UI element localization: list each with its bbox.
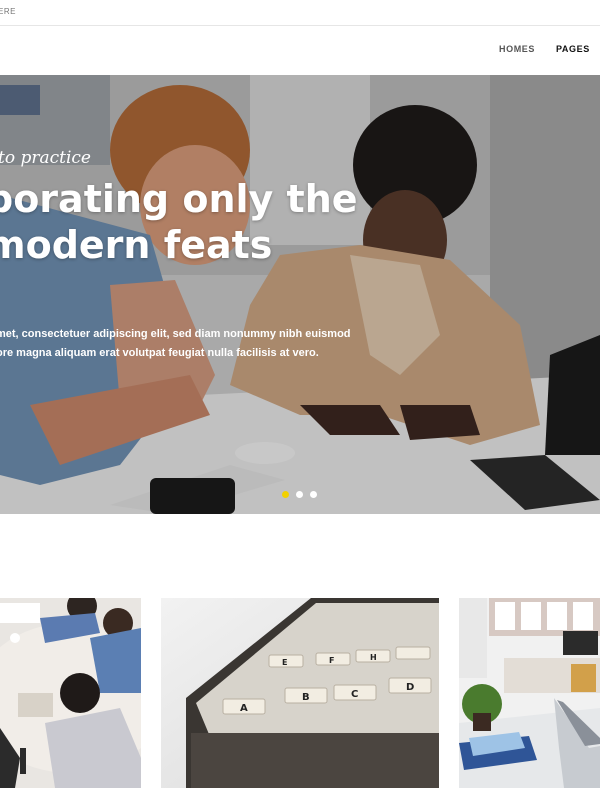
hero-text-line-1: met, consectetuer adipiscing elit, sed d… <box>0 328 351 340</box>
gallery-thumb-meeting[interactable] <box>0 598 141 788</box>
tab-letter-b: B <box>302 692 310 703</box>
hero-text: met, consectetuer adipiscing elit, sed d… <box>0 325 416 363</box>
tab-letter-e: E <box>282 658 287 667</box>
tab-letter-f: F <box>329 656 334 665</box>
hero-title-line-2: modern feats <box>0 223 273 267</box>
office-image <box>459 598 600 788</box>
tab-letter-a: A <box>240 703 248 714</box>
meeting-image <box>0 598 141 788</box>
tab-letter-h: H <box>370 653 377 662</box>
hero-text-line-2: ore magna aliquam erat volutpat feugiat … <box>0 347 319 359</box>
slider-dot-2[interactable] <box>296 491 303 498</box>
hero-overlay <box>0 75 600 514</box>
tab-letter-c: C <box>351 689 358 700</box>
index-cards-image: A B C D E F H <box>161 598 439 788</box>
nav-item-homes[interactable]: HOMES <box>499 44 535 54</box>
hero-slider: to practice porating only the modern fea… <box>0 75 600 514</box>
hero-title-line-1: porating only the <box>0 177 358 221</box>
gallery-thumb-index-cards[interactable]: A B C D E F H <box>161 598 439 788</box>
hero-title: porating only the modern feats <box>0 176 406 268</box>
tab-letter-d: D <box>406 682 414 693</box>
slider-dot-3[interactable] <box>310 491 317 498</box>
nav-item-pages[interactable]: PAGES <box>556 44 590 54</box>
slider-dots <box>282 491 317 499</box>
slider-dot-1[interactable] <box>282 491 289 498</box>
top-bar-text: ERE <box>0 7 16 16</box>
site-header: HOMES PAGES <box>0 26 600 75</box>
top-bar: ERE <box>0 0 600 26</box>
gallery-thumb-office[interactable] <box>459 598 600 788</box>
hero-eyebrow: to practice <box>0 148 91 168</box>
